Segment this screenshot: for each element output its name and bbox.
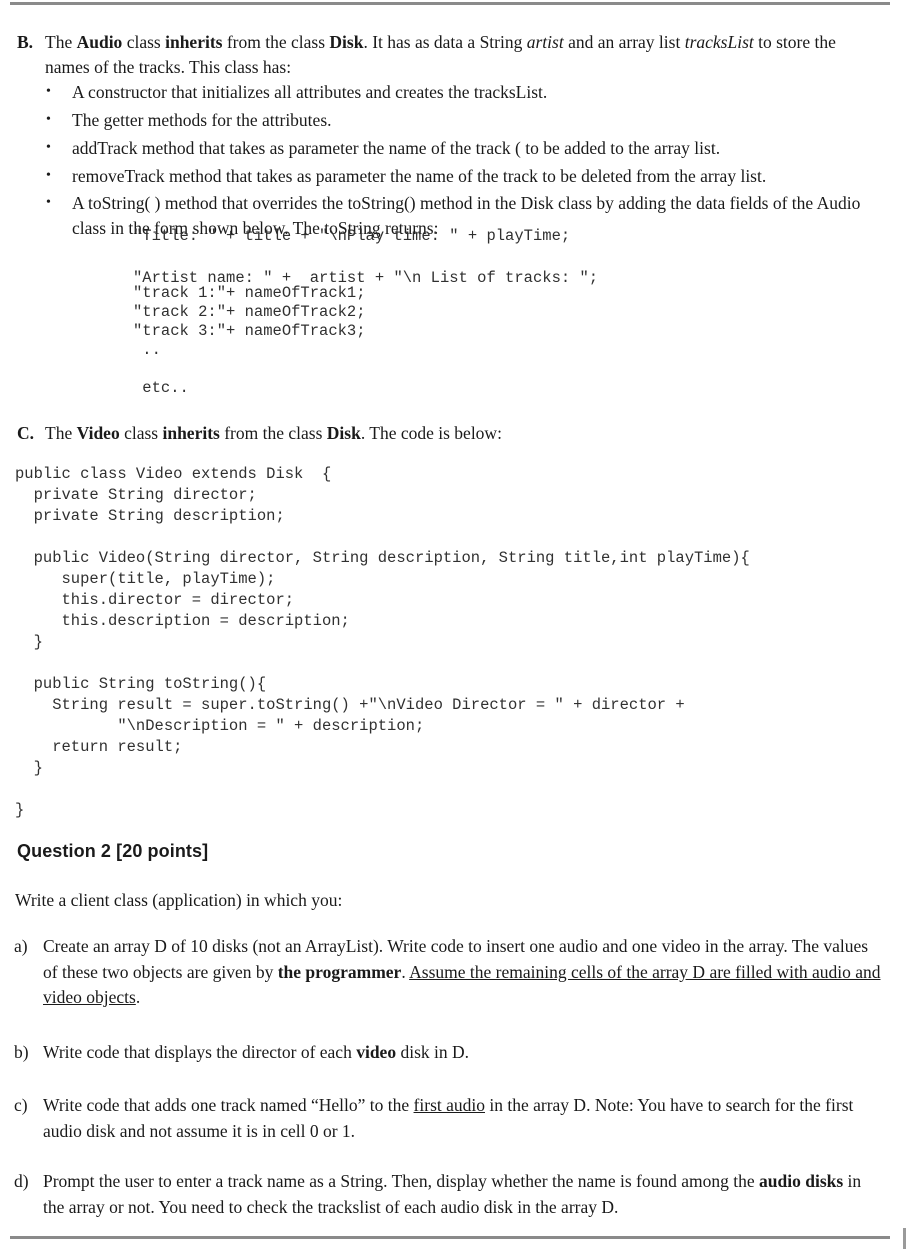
list-item: • A constructor that initializes all att… (46, 80, 883, 105)
list-item-label: The getter methods for the attributes. (72, 109, 332, 130)
section-c: C. The Video class inherits from the cla… (17, 421, 883, 446)
section-c-text: The Video class inherits from the class … (45, 423, 502, 443)
item-text: Create an array D of 10 disks (not an Ar… (43, 936, 881, 1008)
list-item: • addTrack method that takes as paramete… (46, 136, 883, 161)
bullet-icon: • (46, 195, 51, 211)
item-marker: c) (14, 1095, 28, 1115)
question-2-heading: Question 2 [20 points] (17, 841, 209, 861)
question-2-intro: Write a client class (application) in wh… (15, 890, 343, 910)
question-2-item-a: a) Create an array D of 10 disks (not an… (14, 934, 885, 1011)
section-b-marker: B. (17, 32, 34, 52)
list-item: • The getter methods for the attributes. (46, 108, 883, 133)
item-marker: b) (14, 1042, 29, 1062)
bullet-icon: • (46, 84, 51, 99)
item-text: Prompt the user to enter a track name as… (43, 1171, 862, 1217)
question-2-item-d: d) Prompt the user to enter a track name… (14, 1169, 885, 1220)
item-marker: d) (14, 1171, 29, 1191)
list-item-label: addTrack method that takes as parameter … (72, 137, 721, 158)
bottom-divider (10, 1236, 890, 1239)
item-marker: a) (14, 936, 28, 956)
top-divider (10, 2, 890, 5)
section-b: B. The Audio class inherits from the cla… (17, 30, 883, 80)
tostring-format-code-part1: "Title: " + title + "\nPlay time: " + pl… (133, 227, 599, 287)
video-class-code: public class Video extends Disk { privat… (15, 465, 750, 819)
tostring-format-code-part2: "track 1:"+ nameOfTrack1; "track 2:"+ na… (133, 284, 366, 397)
question-2-item-c: c) Write code that adds one track named … (14, 1093, 885, 1144)
document-page: B. The Audio class inherits from the cla… (0, 0, 911, 1249)
list-item-label: removeTrack method that takes as paramet… (72, 165, 767, 186)
bullet-icon: • (46, 139, 51, 155)
item-text: Write code that adds one track named “He… (43, 1095, 854, 1141)
page-edge-mark (903, 1228, 906, 1249)
bullet-icon: • (46, 167, 51, 183)
section-b-bullet-list: • A constructor that initializes all att… (46, 80, 883, 244)
list-item-label: A constructor that initializes all attri… (72, 82, 548, 102)
question-2-item-b: b) Write code that displays the director… (14, 1040, 885, 1066)
list-item: • removeTrack method that takes as param… (46, 164, 883, 189)
item-text: Write code that displays the director of… (43, 1042, 470, 1062)
section-b-text: The Audio class inherits from the class … (45, 32, 836, 77)
section-c-marker: C. (17, 423, 35, 443)
bullet-icon: • (46, 111, 51, 127)
